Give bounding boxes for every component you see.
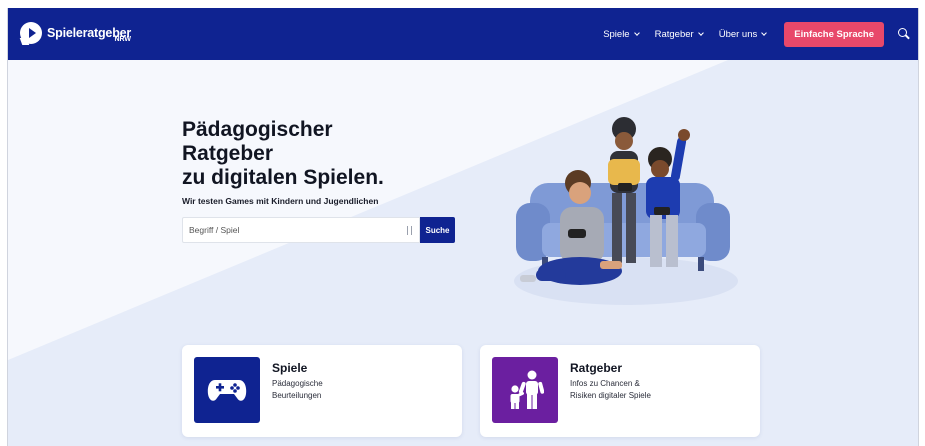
card-desc-line: Risiken digitaler Spiele bbox=[570, 390, 651, 400]
nav-ueber-uns[interactable]: Über uns bbox=[718, 28, 768, 40]
search-box bbox=[182, 217, 420, 243]
logo-play-icon bbox=[19, 22, 42, 45]
card-title: Ratgeber bbox=[570, 361, 623, 375]
card-title: Spiele bbox=[272, 361, 308, 375]
hero-title-line: Pädagogischer bbox=[182, 118, 333, 141]
chevron-down-icon bbox=[697, 30, 704, 36]
search-icon[interactable] bbox=[894, 25, 912, 43]
nav-spiele[interactable]: Spiele bbox=[603, 28, 640, 40]
hero-title-line: zu digitalen Spielen. bbox=[182, 166, 384, 189]
chevron-down-icon bbox=[633, 30, 640, 36]
parent-child-icon bbox=[492, 357, 558, 423]
hero-title: Pädagogischer Ratgeber zu digitalen Spie… bbox=[182, 118, 502, 190]
nav-spiele-label: Spiele bbox=[603, 28, 630, 40]
hero-subtitle: Wir testen Games mit Kindern und Jugendl… bbox=[182, 196, 379, 206]
card-spiele[interactable]: Spiele Pädagogische Beurteilungen bbox=[182, 345, 462, 437]
search-button[interactable]: Suche bbox=[420, 217, 455, 243]
card-desc-line: Infos zu Chancen & bbox=[570, 379, 640, 388]
site-logo[interactable]: Spieleratgeber NRW bbox=[19, 22, 132, 45]
gamepad-icon bbox=[194, 357, 260, 423]
site-header: Spieleratgeber NRW Spiele Ratgeber Über … bbox=[8, 8, 918, 60]
nav-ratgeber-label: Ratgeber bbox=[654, 28, 694, 40]
nav-ueber-uns-label: Über uns bbox=[718, 28, 758, 40]
search-input[interactable] bbox=[183, 218, 419, 242]
card-description: Pädagogische Beurteilungen bbox=[272, 378, 392, 401]
filter-icon[interactable] bbox=[406, 226, 413, 235]
main-nav: Spiele Ratgeber Über uns Einfache Sprach… bbox=[603, 8, 918, 60]
card-desc-line: Pädagogische bbox=[272, 379, 323, 388]
logo-sub: NRW bbox=[114, 36, 132, 43]
hero-title-line: Ratgeber bbox=[182, 142, 274, 165]
hero-illustration bbox=[514, 117, 738, 305]
card-desc-line: Beurteilungen bbox=[272, 390, 322, 400]
card-ratgeber[interactable]: Ratgeber Infos zu Chancen & Risiken digi… bbox=[480, 345, 760, 437]
card-description: Infos zu Chancen & Risiken digitaler Spi… bbox=[570, 378, 690, 401]
chevron-down-icon bbox=[761, 30, 768, 36]
easy-language-button[interactable]: Einfache Sprache bbox=[784, 21, 884, 47]
nav-ratgeber[interactable]: Ratgeber bbox=[654, 28, 704, 40]
page: Spieleratgeber NRW Spiele Ratgeber Über … bbox=[7, 8, 919, 446]
